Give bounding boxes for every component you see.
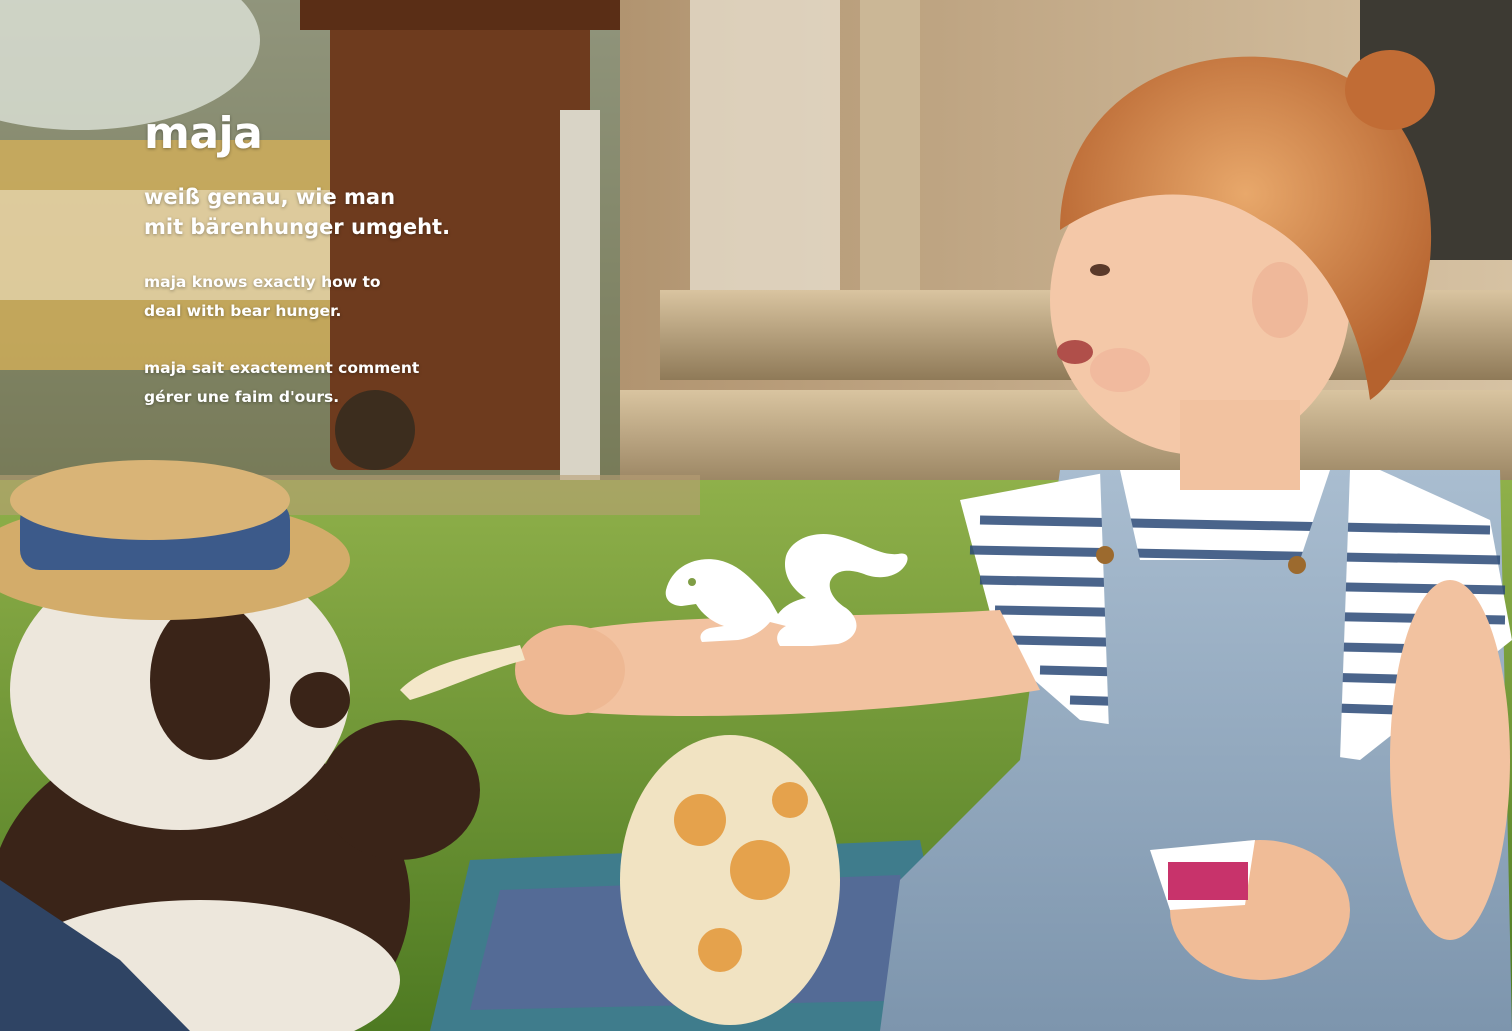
hero-headline-de: weiß genau, wie man mit bärenhunger umge… bbox=[144, 182, 564, 242]
squirrel-icon bbox=[665, 534, 908, 646]
text-en-line-2: deal with bear hunger. bbox=[144, 302, 342, 320]
headline-line-2: mit bärenhunger umgeht. bbox=[144, 215, 451, 239]
text-fr-line-1: maja sait exactement comment bbox=[144, 359, 420, 377]
hero-name: maja bbox=[144, 108, 263, 159]
hero-text-fr: maja sait exactement comment gérer une f… bbox=[144, 354, 564, 412]
hero-copy: maja weiß genau, wie man mit bärenhunger… bbox=[144, 108, 564, 440]
headline-line-1: weiß genau, wie man bbox=[144, 185, 396, 209]
hero-text-en: maja knows exactly how to deal with bear… bbox=[144, 268, 564, 326]
text-fr-line-2: gérer une faim d'ours. bbox=[144, 388, 340, 406]
hero-photo: maja weiß genau, wie man mit bärenhunger… bbox=[0, 0, 1512, 1031]
text-en-line-1: maja knows exactly how to bbox=[144, 273, 381, 291]
